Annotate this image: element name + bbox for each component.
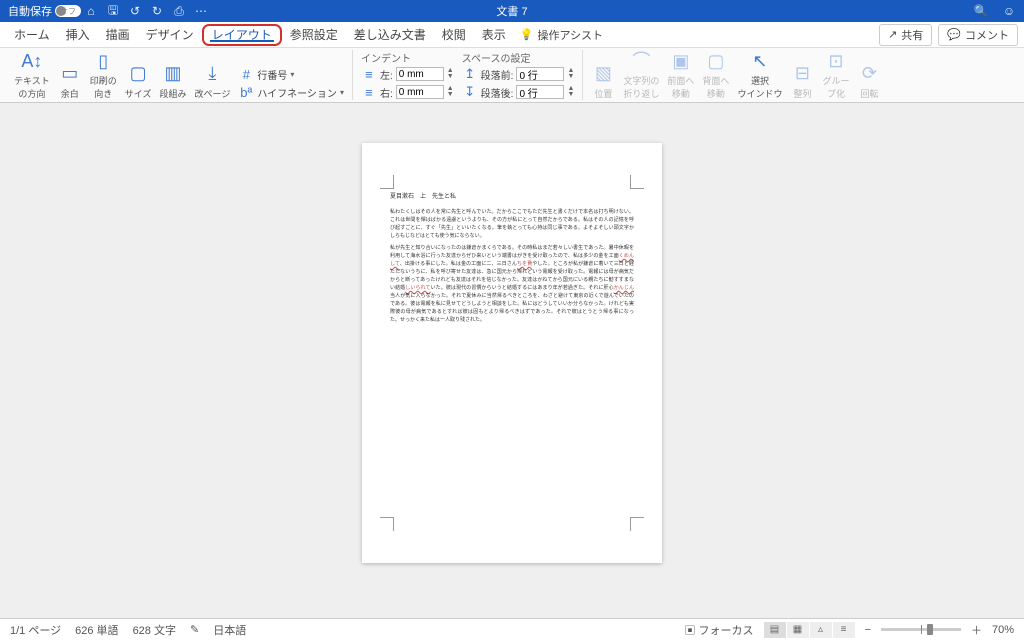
focus-icon: ▣ [684,625,695,637]
autosave-state: オフ [60,6,76,17]
crop-mark [630,517,644,531]
wrap-icon: ⌒ [629,48,653,72]
tab-review[interactable]: 校閲 [434,22,474,48]
zoom-out-button[interactable]: − [865,624,871,636]
tab-layout[interactable]: レイアウト [202,24,282,46]
document-canvas[interactable]: 夏目漱石 上 先生と私 私わたくしはその人を常に先生と呼んでいた。だからここでも… [0,103,1024,618]
tab-insert[interactable]: 挿入 [58,22,98,48]
home-icon[interactable]: ⌂ [84,4,98,18]
rotate-icon: ⟳ [857,61,881,85]
crop-mark [380,175,394,189]
size-icon: ▢ [126,61,150,85]
doc-heading[interactable]: 夏目漱石 上 先生と私 [390,191,634,200]
group-icon: ⊡ [824,50,848,72]
status-page[interactable]: 1/1 ページ [10,622,61,638]
search-icon[interactable]: 🔍 [974,4,988,18]
selection-pane-button[interactable]: ↖選択 ウインドウ [737,50,782,100]
more-icon[interactable]: ⋯ [194,4,208,18]
rotate-button: ⟳回転 [857,50,881,100]
status-words[interactable]: 626 単語 [75,622,118,638]
indent-left-label: 左: [380,67,393,82]
tab-design[interactable]: デザイン [138,22,202,48]
align-button: ⊟整列 [790,50,814,100]
focus-mode-button[interactable]: ▣ フォーカス [684,622,753,638]
undo-icon[interactable]: ↺ [128,4,142,18]
indent-left-input[interactable] [396,67,444,81]
tab-mailings[interactable]: 差し込み文書 [346,22,434,48]
text-direction-icon: A↕ [20,50,44,72]
view-draft[interactable]: ≡ [833,622,855,638]
comment-icon: 💬 [947,28,961,41]
group-button: ⊡グルー プ化 [822,50,849,100]
crop-mark [380,517,394,531]
spinner-icon[interactable]: ▲▼ [567,86,574,98]
tab-view[interactable]: 表示 [474,22,514,48]
space-after-input[interactable] [516,85,564,99]
indent-right-label: 右: [380,85,393,100]
redo-icon[interactable]: ↻ [150,4,164,18]
zoom-in-button[interactable]: ＋ [971,622,982,638]
bring-forward-button: ▣前面へ 移動 [667,50,694,100]
space-before-input[interactable] [516,67,564,81]
breaks-button[interactable]: ⤓改ページ [195,50,231,100]
indent-right-icon: ≡ [361,84,377,100]
send-backward-button: ▢背面へ 移動 [702,50,729,100]
indent-right-input[interactable] [396,85,444,99]
line-numbers-icon: # [238,66,254,82]
status-chars[interactable]: 628 文字 [133,622,176,638]
tab-draw[interactable]: 描画 [98,22,138,48]
document-page[interactable]: 夏目漱石 上 先生と私 私わたくしはその人を常に先生と呼んでいた。だからここでも… [362,143,662,563]
zoom-slider[interactable] [881,628,961,631]
doc-body[interactable]: 私わたくしはその人を常に先生と呼んでいた。だからここでもただ先生と書くだけで本名… [390,208,634,324]
hyphenation-icon: bª [238,84,254,100]
orientation-icon: ▯ [91,50,115,72]
account-icon[interactable]: ☺ [1002,4,1016,18]
view-print-layout[interactable]: ▤ [764,622,786,638]
breaks-icon: ⤓ [200,61,224,85]
backward-icon: ▢ [704,50,728,72]
indent-left-icon: ≡ [361,66,377,82]
zoom-level[interactable]: 70% [992,624,1014,636]
share-button[interactable]: ↗共有 [879,24,932,46]
save-icon[interactable]: 🖫 [106,4,120,18]
selection-icon: ↖ [748,50,772,72]
spinner-icon[interactable]: ▲▼ [567,68,574,80]
bulb-icon: 💡 [520,28,534,41]
indent-header: インデント [361,50,454,64]
print-icon[interactable]: ⎙ [172,4,186,18]
autosave-label: 自動保存 [8,3,52,19]
columns-button[interactable]: ▥段組み [159,50,186,100]
position-button: ▧位置 [591,50,615,100]
view-outline[interactable]: ▵ [810,622,832,638]
spinner-icon[interactable]: ▲▼ [447,86,454,98]
status-language[interactable]: 日本語 [213,622,246,638]
tab-references[interactable]: 参照設定 [282,22,346,48]
spacing-header: スペースの設定 [462,50,575,64]
crop-mark [630,175,644,189]
text-direction-button[interactable]: A↕テキスト の方向 [14,50,50,100]
position-icon: ▧ [591,61,615,85]
size-button[interactable]: ▢サイズ [125,50,152,100]
tab-home[interactable]: ホーム [6,22,58,48]
margins-button[interactable]: ▭余白 [58,50,82,100]
hyphenation-button[interactable]: bªハイフネーション▾ [238,84,344,100]
align-icon: ⊟ [790,61,814,85]
comment-button[interactable]: 💬コメント [938,24,1018,46]
wrap-text-button: ⌒文字列の 折り返し [623,50,659,100]
space-before-icon: ↥ [462,66,478,82]
space-after-label: 段落後: [481,85,514,100]
forward-icon: ▣ [669,50,693,72]
margins-icon: ▭ [58,61,82,85]
spinner-icon[interactable]: ▲▼ [447,68,454,80]
view-web-layout[interactable]: ▦ [787,622,809,638]
status-proofing-icon[interactable]: ✎ [190,623,199,636]
share-icon: ↗ [888,28,897,41]
columns-icon: ▥ [161,61,185,85]
orientation-button[interactable]: ▯印刷の 向き [90,50,117,100]
space-before-label: 段落前: [481,67,514,82]
tell-me[interactable]: 💡操作アシスト [520,27,603,43]
line-numbers-button[interactable]: #行番号▾ [238,66,344,82]
document-title: 文書 7 [496,3,527,19]
space-after-icon: ↧ [462,84,478,100]
